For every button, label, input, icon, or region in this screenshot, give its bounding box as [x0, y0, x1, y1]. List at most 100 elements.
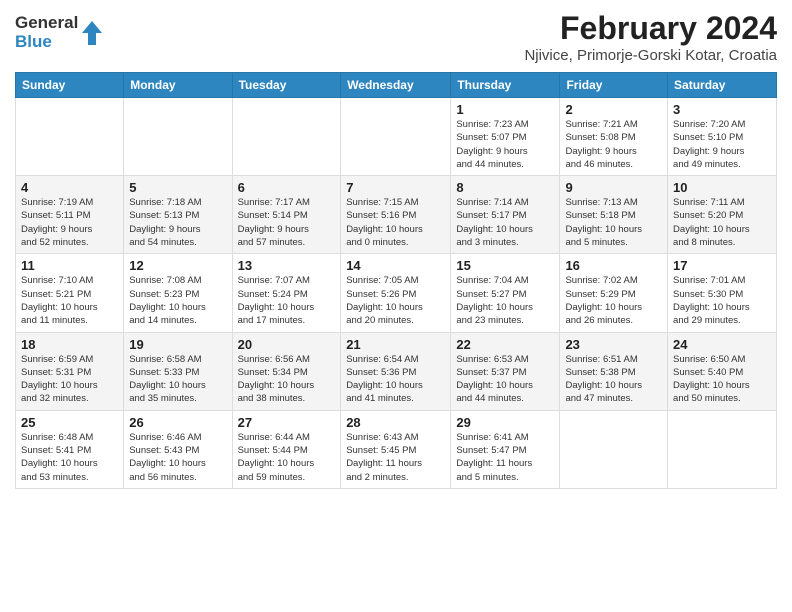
day-info: Sunrise: 7:15 AM Sunset: 5:16 PM Dayligh… [346, 196, 445, 249]
day-info: Sunrise: 7:19 AM Sunset: 5:11 PM Dayligh… [21, 196, 118, 249]
day-number: 24 [673, 337, 771, 352]
day-info: Sunrise: 6:46 AM Sunset: 5:43 PM Dayligh… [129, 431, 226, 484]
calendar-day-header: Tuesday [232, 73, 341, 98]
day-number: 18 [21, 337, 118, 352]
calendar-cell: 22Sunrise: 6:53 AM Sunset: 5:37 PM Dayli… [451, 332, 560, 410]
day-number: 14 [346, 258, 445, 273]
day-info: Sunrise: 7:04 AM Sunset: 5:27 PM Dayligh… [456, 274, 554, 327]
day-number: 9 [565, 180, 662, 195]
calendar-cell [341, 98, 451, 176]
calendar-cell: 4Sunrise: 7:19 AM Sunset: 5:11 PM Daylig… [16, 176, 124, 254]
calendar-cell: 3Sunrise: 7:20 AM Sunset: 5:10 PM Daylig… [668, 98, 777, 176]
day-number: 8 [456, 180, 554, 195]
calendar-week-row: 25Sunrise: 6:48 AM Sunset: 5:41 PM Dayli… [16, 410, 777, 488]
day-number: 27 [238, 415, 336, 430]
calendar-cell: 10Sunrise: 7:11 AM Sunset: 5:20 PM Dayli… [668, 176, 777, 254]
calendar-cell: 20Sunrise: 6:56 AM Sunset: 5:34 PM Dayli… [232, 332, 341, 410]
day-info: Sunrise: 7:07 AM Sunset: 5:24 PM Dayligh… [238, 274, 336, 327]
calendar-cell: 12Sunrise: 7:08 AM Sunset: 5:23 PM Dayli… [124, 254, 232, 332]
day-info: Sunrise: 6:44 AM Sunset: 5:44 PM Dayligh… [238, 431, 336, 484]
day-number: 26 [129, 415, 226, 430]
day-number: 28 [346, 415, 445, 430]
header: General Blue February 2024 Njivice, Prim… [15, 10, 777, 64]
calendar-cell [124, 98, 232, 176]
day-number: 4 [21, 180, 118, 195]
calendar-day-header: Wednesday [341, 73, 451, 98]
day-number: 10 [673, 180, 771, 195]
calendar-cell [560, 410, 668, 488]
day-number: 25 [21, 415, 118, 430]
calendar-cell: 6Sunrise: 7:17 AM Sunset: 5:14 PM Daylig… [232, 176, 341, 254]
day-info: Sunrise: 6:41 AM Sunset: 5:47 PM Dayligh… [456, 431, 554, 484]
calendar-cell: 29Sunrise: 6:41 AM Sunset: 5:47 PM Dayli… [451, 410, 560, 488]
calendar-week-row: 1Sunrise: 7:23 AM Sunset: 5:07 PM Daylig… [16, 98, 777, 176]
calendar-cell [16, 98, 124, 176]
day-number: 13 [238, 258, 336, 273]
calendar-day-header: Sunday [16, 73, 124, 98]
day-info: Sunrise: 6:51 AM Sunset: 5:38 PM Dayligh… [565, 353, 662, 406]
title-block: February 2024 Njivice, Primorje-Gorski K… [524, 10, 777, 64]
day-number: 12 [129, 258, 226, 273]
day-info: Sunrise: 7:18 AM Sunset: 5:13 PM Dayligh… [129, 196, 226, 249]
calendar-week-row: 11Sunrise: 7:10 AM Sunset: 5:21 PM Dayli… [16, 254, 777, 332]
calendar-cell: 11Sunrise: 7:10 AM Sunset: 5:21 PM Dayli… [16, 254, 124, 332]
day-info: Sunrise: 6:48 AM Sunset: 5:41 PM Dayligh… [21, 431, 118, 484]
calendar-cell: 15Sunrise: 7:04 AM Sunset: 5:27 PM Dayli… [451, 254, 560, 332]
logo-general-text: General [15, 14, 78, 33]
day-info: Sunrise: 7:11 AM Sunset: 5:20 PM Dayligh… [673, 196, 771, 249]
calendar-header-row: SundayMondayTuesdayWednesdayThursdayFrid… [16, 73, 777, 98]
day-number: 20 [238, 337, 336, 352]
calendar-cell: 19Sunrise: 6:58 AM Sunset: 5:33 PM Dayli… [124, 332, 232, 410]
day-number: 29 [456, 415, 554, 430]
logo: General Blue [15, 14, 103, 51]
day-number: 5 [129, 180, 226, 195]
day-info: Sunrise: 7:05 AM Sunset: 5:26 PM Dayligh… [346, 274, 445, 327]
calendar-cell: 2Sunrise: 7:21 AM Sunset: 5:08 PM Daylig… [560, 98, 668, 176]
logo-icon [81, 20, 103, 46]
day-number: 3 [673, 102, 771, 117]
calendar-cell: 16Sunrise: 7:02 AM Sunset: 5:29 PM Dayli… [560, 254, 668, 332]
calendar-cell: 23Sunrise: 6:51 AM Sunset: 5:38 PM Dayli… [560, 332, 668, 410]
day-number: 22 [456, 337, 554, 352]
calendar-cell: 9Sunrise: 7:13 AM Sunset: 5:18 PM Daylig… [560, 176, 668, 254]
day-info: Sunrise: 7:23 AM Sunset: 5:07 PM Dayligh… [456, 118, 554, 171]
day-info: Sunrise: 6:50 AM Sunset: 5:40 PM Dayligh… [673, 353, 771, 406]
day-number: 21 [346, 337, 445, 352]
calendar-day-header: Thursday [451, 73, 560, 98]
calendar-cell: 1Sunrise: 7:23 AM Sunset: 5:07 PM Daylig… [451, 98, 560, 176]
calendar-cell: 17Sunrise: 7:01 AM Sunset: 5:30 PM Dayli… [668, 254, 777, 332]
calendar-day-header: Saturday [668, 73, 777, 98]
day-number: 16 [565, 258, 662, 273]
calendar-cell: 28Sunrise: 6:43 AM Sunset: 5:45 PM Dayli… [341, 410, 451, 488]
day-info: Sunrise: 7:10 AM Sunset: 5:21 PM Dayligh… [21, 274, 118, 327]
day-info: Sunrise: 6:56 AM Sunset: 5:34 PM Dayligh… [238, 353, 336, 406]
calendar-week-row: 4Sunrise: 7:19 AM Sunset: 5:11 PM Daylig… [16, 176, 777, 254]
day-number: 11 [21, 258, 118, 273]
calendar-cell: 24Sunrise: 6:50 AM Sunset: 5:40 PM Dayli… [668, 332, 777, 410]
day-number: 15 [456, 258, 554, 273]
day-info: Sunrise: 7:21 AM Sunset: 5:08 PM Dayligh… [565, 118, 662, 171]
calendar-cell: 14Sunrise: 7:05 AM Sunset: 5:26 PM Dayli… [341, 254, 451, 332]
day-info: Sunrise: 6:53 AM Sunset: 5:37 PM Dayligh… [456, 353, 554, 406]
calendar-cell: 18Sunrise: 6:59 AM Sunset: 5:31 PM Dayli… [16, 332, 124, 410]
day-number: 19 [129, 337, 226, 352]
calendar-cell [668, 410, 777, 488]
day-info: Sunrise: 7:13 AM Sunset: 5:18 PM Dayligh… [565, 196, 662, 249]
calendar-week-row: 18Sunrise: 6:59 AM Sunset: 5:31 PM Dayli… [16, 332, 777, 410]
day-info: Sunrise: 6:59 AM Sunset: 5:31 PM Dayligh… [21, 353, 118, 406]
calendar-day-header: Friday [560, 73, 668, 98]
day-info: Sunrise: 7:02 AM Sunset: 5:29 PM Dayligh… [565, 274, 662, 327]
day-info: Sunrise: 7:01 AM Sunset: 5:30 PM Dayligh… [673, 274, 771, 327]
calendar-cell: 5Sunrise: 7:18 AM Sunset: 5:13 PM Daylig… [124, 176, 232, 254]
page: General Blue February 2024 Njivice, Prim… [0, 0, 792, 612]
page-subtitle: Njivice, Primorje-Gorski Kotar, Croatia [524, 47, 777, 64]
calendar-table: SundayMondayTuesdayWednesdayThursdayFrid… [15, 72, 777, 489]
calendar-cell: 27Sunrise: 6:44 AM Sunset: 5:44 PM Dayli… [232, 410, 341, 488]
calendar-cell: 8Sunrise: 7:14 AM Sunset: 5:17 PM Daylig… [451, 176, 560, 254]
logo-blue-text: Blue [15, 33, 78, 52]
day-info: Sunrise: 6:54 AM Sunset: 5:36 PM Dayligh… [346, 353, 445, 406]
day-info: Sunrise: 6:58 AM Sunset: 5:33 PM Dayligh… [129, 353, 226, 406]
day-number: 23 [565, 337, 662, 352]
day-info: Sunrise: 7:17 AM Sunset: 5:14 PM Dayligh… [238, 196, 336, 249]
calendar-cell: 7Sunrise: 7:15 AM Sunset: 5:16 PM Daylig… [341, 176, 451, 254]
